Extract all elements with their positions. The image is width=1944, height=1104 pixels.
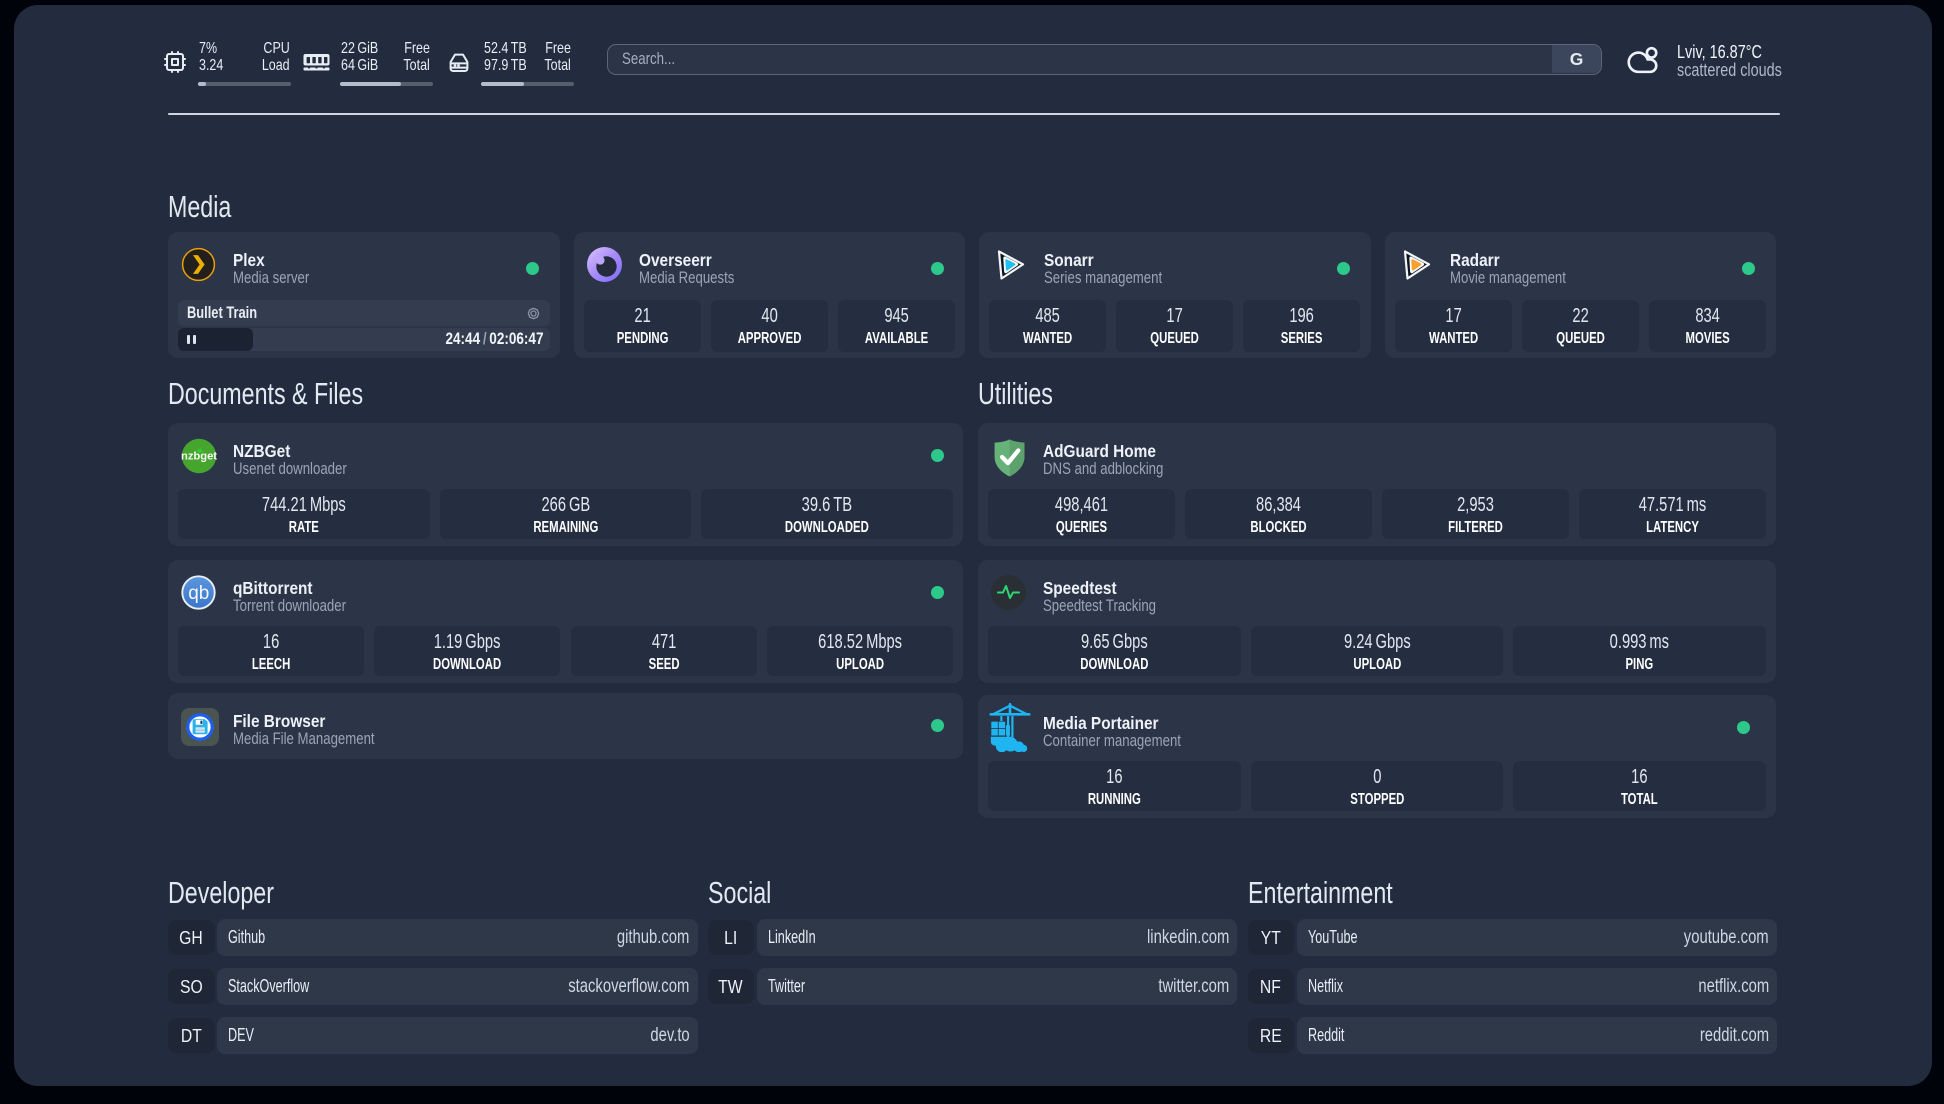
svg-text:nzbget: nzbget bbox=[181, 451, 217, 463]
svg-text:qb: qb bbox=[188, 583, 209, 604]
